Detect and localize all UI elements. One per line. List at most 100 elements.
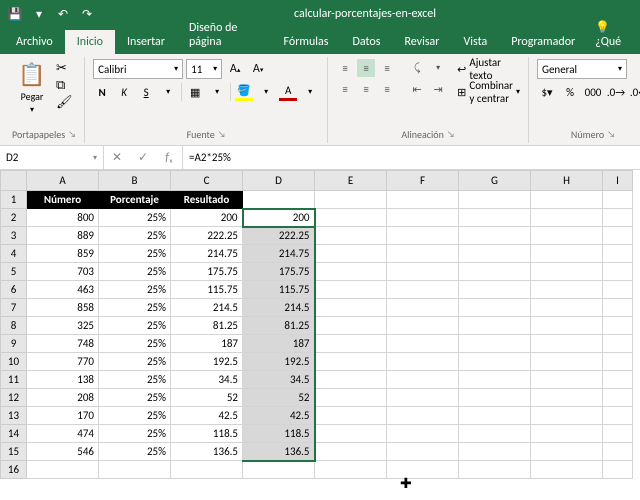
cell[interactable]: 474 [27,425,99,443]
dialog-launcher-icon[interactable]: ↘ [218,129,226,140]
undo-icon[interactable]: ↶ [54,5,72,23]
cell[interactable]: 25% [99,263,171,281]
cell[interactable]: 858 [27,299,99,317]
cell[interactable] [387,317,459,335]
cell[interactable] [315,371,387,389]
row-header[interactable]: 9 [1,335,27,353]
cell[interactable] [531,263,603,281]
tell-me[interactable]: 💡 ¿Qué [587,15,640,54]
tab-diseno[interactable]: Diseño de página [177,16,272,54]
cell[interactable] [603,281,633,299]
cell[interactable]: 25% [99,317,171,335]
cell[interactable] [315,443,387,461]
cell[interactable] [459,353,531,371]
cell[interactable] [387,407,459,425]
cell[interactable] [387,371,459,389]
row-header[interactable]: 16 [1,461,27,479]
cell[interactable] [459,245,531,263]
cell[interactable] [387,353,459,371]
cell[interactable]: Resultado [171,191,243,209]
cell[interactable]: 25% [99,407,171,425]
tab-programador[interactable]: Programador [499,30,587,54]
cell[interactable] [315,335,387,353]
row-header[interactable]: 11 [1,371,27,389]
cell[interactable]: 25% [99,299,171,317]
spreadsheet-grid[interactable]: ABCDEFGHI1 Número Porcentaje Resultado 2… [0,170,640,500]
column-header[interactable]: G [459,171,531,191]
cell[interactable]: 463 [27,281,99,299]
row-header[interactable]: 6 [1,281,27,299]
italic-button[interactable]: K [115,83,133,101]
cell[interactable]: Porcentaje [99,191,171,209]
cell[interactable] [315,353,387,371]
cell[interactable]: 136.5 [243,443,315,461]
cell[interactable] [387,299,459,317]
cut-icon[interactable]: ✂ [56,61,73,76]
dialog-launcher-icon[interactable]: ↘ [607,129,615,140]
cell[interactable]: 703 [27,263,99,281]
cell[interactable] [459,209,531,227]
cell[interactable] [531,191,603,209]
tab-inicio[interactable]: Inicio [65,30,115,54]
tab-revisar[interactable]: Revisar [392,30,451,54]
cell[interactable] [99,461,171,479]
borders-icon[interactable]: ▦ [186,83,204,101]
redo-icon[interactable]: ↷ [78,5,96,23]
increase-decimal-icon[interactable]: .0→ [606,83,626,101]
cell[interactable] [459,299,531,317]
save-icon[interactable]: 💾 [6,5,24,23]
cell[interactable] [531,407,603,425]
name-box[interactable]: D2▾ [0,146,104,169]
cell[interactable] [603,245,633,263]
cell[interactable] [603,317,633,335]
qat-dropdown-icon[interactable]: ▾ [30,5,48,23]
cell[interactable] [531,227,603,245]
cell[interactable]: 52 [243,389,315,407]
cell[interactable]: 192.5 [171,353,243,371]
cell[interactable] [387,209,459,227]
cell[interactable]: 42.5 [171,407,243,425]
cell[interactable] [603,191,633,209]
cell[interactable] [603,389,633,407]
cell[interactable] [603,263,633,281]
row-header[interactable]: 1 [1,191,27,209]
cell[interactable]: 34.5 [243,371,315,389]
cell[interactable] [315,389,387,407]
row-header[interactable]: 4 [1,245,27,263]
align-bottom-icon[interactable]: ≡ [378,59,396,77]
cell[interactable] [459,281,531,299]
align-right-icon[interactable]: ≡ [378,80,396,98]
cell[interactable] [387,245,459,263]
cell[interactable] [459,263,531,281]
cell[interactable]: 200 [243,209,315,227]
cell[interactable]: 25% [99,209,171,227]
merge-center-button[interactable]: ⊞Combinar y centrar ▾ [457,82,520,102]
font-name-select[interactable]: Calibri▾ [93,59,183,79]
cell[interactable] [603,407,633,425]
cell[interactable] [531,209,603,227]
row-header[interactable]: 13 [1,407,27,425]
currency-icon[interactable]: $▾ [537,83,557,101]
font-color-icon[interactable]: A [279,83,297,101]
column-header[interactable]: I [603,171,633,191]
column-header[interactable]: H [531,171,603,191]
cell[interactable] [459,371,531,389]
row-header[interactable]: 14 [1,425,27,443]
cell[interactable] [603,425,633,443]
select-all-corner[interactable] [1,171,27,191]
cell[interactable]: 115.75 [243,281,315,299]
cell[interactable] [315,263,387,281]
cell[interactable] [315,281,387,299]
row-header[interactable]: 3 [1,227,27,245]
cell[interactable]: 25% [99,227,171,245]
cell[interactable] [315,191,387,209]
cell[interactable] [459,191,531,209]
cell[interactable] [531,425,603,443]
underline-button[interactable]: S [137,83,155,101]
dialog-launcher-icon[interactable]: ↘ [447,129,455,140]
align-top-icon[interactable]: ≡ [336,59,354,77]
cell[interactable] [243,461,315,479]
cell[interactable]: 546 [27,443,99,461]
column-header[interactable]: F [387,171,459,191]
cell[interactable] [531,317,603,335]
